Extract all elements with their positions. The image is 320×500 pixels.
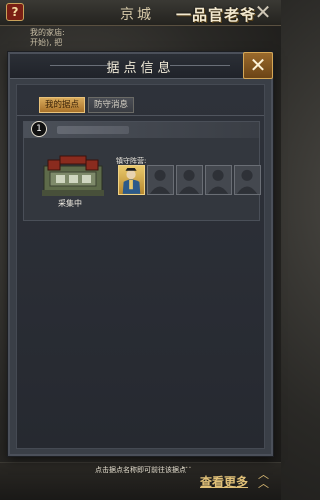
city-title: 京城 [120,7,154,23]
tab-my-strongholds[interactable]: 我的据点 [39,97,86,113]
stronghold-index-badge: 1 [31,121,47,137]
dialog-close-button[interactable]: ✕ [243,52,273,79]
empty-person-icon [149,169,171,194]
help-icon[interactable]: ? [6,3,24,21]
garrison-slot-empty[interactable] [205,165,232,195]
tab-bar: 我的据点 防守消息 [39,97,135,113]
see-more-link[interactable]: 查看更多 [200,473,248,490]
stronghold-card: 1 采集中 镇守阵营: [23,121,261,221]
game-logo: 一品官老爷 [176,6,257,24]
stronghold-name-redacted[interactable] [57,126,129,134]
footer-hint: 点击据点名称即可前往该据点 [95,466,186,474]
empty-person-icon [236,169,258,194]
stronghold-building-icon [42,155,104,196]
tab-divider [17,115,264,116]
garrison-slot-hero[interactable] [118,165,145,195]
empty-person-icon [178,169,200,194]
empty-person-icon [207,169,229,194]
garrison-slot-empty[interactable] [234,165,261,195]
garrison-slot-empty[interactable] [147,165,174,195]
close-icon[interactable]: ✕ [252,1,274,23]
collect-status-label: 采集中 [58,199,82,208]
stronghold-card-header[interactable]: 1 [24,121,259,138]
background-text-line: 开始), 把 [30,38,63,47]
dialog-title: 据点信息 [106,61,175,76]
dialog-header: 据点信息 [10,54,271,79]
hero-portrait-icon [122,167,141,194]
tab-defense-messages[interactable]: 防守消息 [88,97,135,113]
dialog-body: 我的据点 防守消息 1 采集中 镇守阵营: 点击据点名称即可前往该据点 [16,84,265,474]
garrison-slot-empty[interactable] [176,165,203,195]
stronghold-info-dialog: 据点信息 ✕ 我的据点 防守消息 1 采集中 镇守阵营: 点击据点名称即可前往该… [8,52,273,474]
